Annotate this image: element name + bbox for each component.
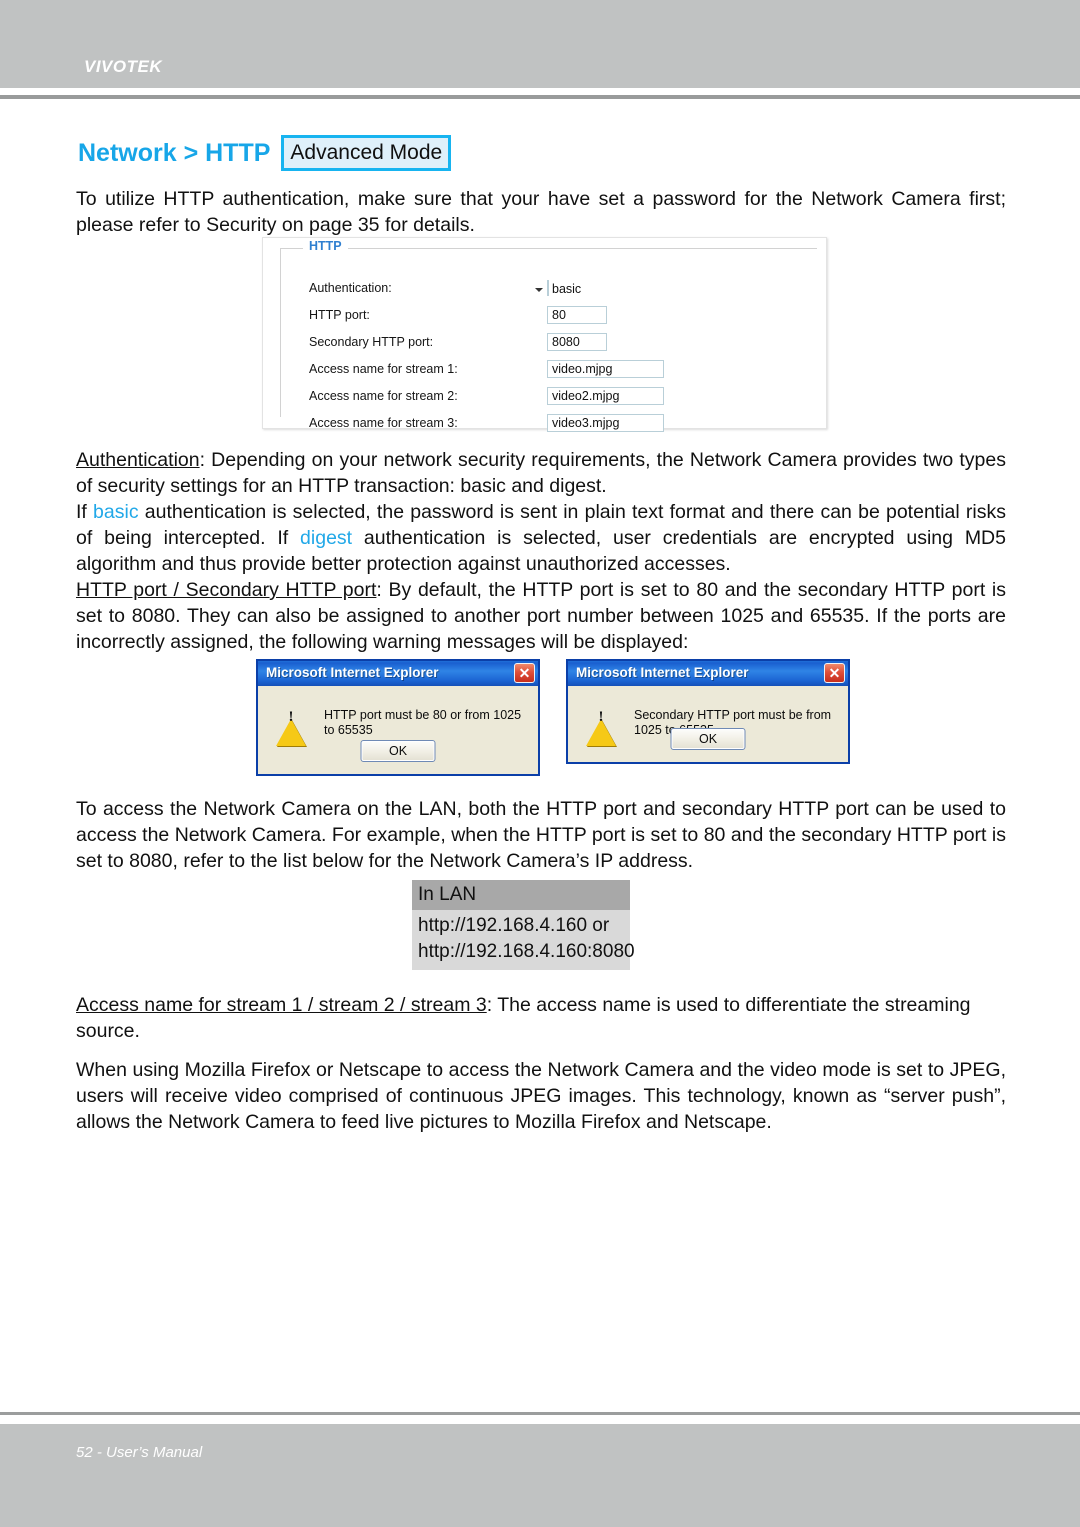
http-port-input[interactable] bbox=[547, 306, 607, 324]
in-lan-url-2: http://192.168.4.160:8080 bbox=[418, 941, 635, 962]
footer-page-label: 52 - User’s Manual bbox=[76, 1444, 203, 1461]
close-icon[interactable]: ✕ bbox=[514, 663, 535, 683]
dialog-titlebar[interactable]: Microsoft Internet Explorer ✕ bbox=[568, 661, 848, 686]
port-paragraph: HTTP port / Secondary HTTP port: By defa… bbox=[76, 577, 1006, 655]
stream3-input[interactable] bbox=[547, 414, 664, 432]
intro-paragraph: To utilize HTTP authentication, make sur… bbox=[76, 188, 1006, 236]
ie-dialog-secondary-http-port: Microsoft Internet Explorer ✕ ! Secondar… bbox=[566, 659, 850, 764]
warning-exclamation-icon: ! bbox=[288, 709, 294, 725]
dialog-body: ! HTTP port must be 80 or from 1025 to 6… bbox=[258, 686, 538, 774]
authentication-select-wrap[interactable]: basic bbox=[535, 279, 581, 297]
in-lan-table-header: In LAN bbox=[412, 880, 630, 910]
warning-icon: ! bbox=[276, 702, 306, 746]
authentication-term: Authentication bbox=[76, 449, 200, 471]
highlight-basic: basic bbox=[93, 501, 139, 523]
authentication-paragraph: Authentication: Depending on your networ… bbox=[76, 447, 1006, 577]
stream1-input-wrap[interactable] bbox=[547, 360, 664, 378]
advanced-mode-badge[interactable]: Advanced Mode bbox=[281, 135, 452, 171]
in-lan-url-1: http://192.168.4.160 or bbox=[418, 915, 610, 936]
form-row-http-port: HTTP port: bbox=[293, 306, 803, 328]
authentication-text-1: : Depending on your network security req… bbox=[76, 449, 1006, 497]
page-footer: 52 - User’s Manual bbox=[0, 1424, 1080, 1527]
warning-exclamation-icon: ! bbox=[598, 709, 604, 725]
stream2-input-wrap[interactable] bbox=[547, 387, 664, 405]
http-fieldset-legend: HTTP bbox=[303, 240, 348, 253]
page-title: Network > HTTP Advanced Mode bbox=[78, 135, 452, 171]
dialog-message: HTTP port must be 80 or from 1025 to 655… bbox=[324, 708, 522, 737]
ok-button[interactable]: OK bbox=[670, 728, 746, 750]
access-name-paragraph: Access name for stream 1 / stream 2 / st… bbox=[76, 992, 1006, 1044]
page-title-text: Network > HTTP bbox=[78, 138, 271, 167]
authentication-select[interactable]: basic bbox=[535, 280, 581, 296]
ie-dialog-http-port: Microsoft Internet Explorer ✕ ! HTTP por… bbox=[256, 659, 540, 776]
authentication-line2-pre: If bbox=[76, 501, 94, 523]
http-port-label: HTTP port: bbox=[309, 308, 370, 322]
header-divider bbox=[0, 95, 1080, 99]
vivotek-logo: VIVOTEK bbox=[84, 57, 163, 76]
closing-paragraph: When using Mozilla Firefox or Netscape t… bbox=[76, 1059, 1006, 1133]
authentication-select-value: basic bbox=[552, 282, 582, 296]
dialog-titlebar[interactable]: Microsoft Internet Explorer ✕ bbox=[258, 661, 538, 686]
stream3-input-wrap[interactable] bbox=[547, 414, 664, 432]
form-row-authentication: Authentication: basic bbox=[293, 279, 803, 301]
http-settings-screenshot: HTTP Authentication: basic HTTP port: Se… bbox=[262, 237, 827, 432]
in-lan-table-body: http://192.168.4.160 or http://192.168.4… bbox=[412, 910, 635, 970]
ok-button[interactable]: OK bbox=[360, 740, 436, 762]
port-term: HTTP port / Secondary HTTP port bbox=[76, 579, 377, 601]
stream1-input[interactable] bbox=[547, 360, 664, 378]
form-row-stream1: Access name for stream 1: bbox=[293, 360, 803, 382]
warning-icon: ! bbox=[586, 702, 616, 746]
close-icon[interactable]: ✕ bbox=[824, 663, 845, 683]
access-name-term: Access name for stream 1 / stream 2 / st… bbox=[76, 994, 487, 1016]
http-port-input-wrap[interactable] bbox=[547, 306, 607, 324]
highlight-digest: digest bbox=[300, 527, 353, 549]
stream2-label: Access name for stream 2: bbox=[309, 389, 458, 403]
in-lan-table: In LAN http://192.168.4.160 or http://19… bbox=[412, 880, 635, 970]
form-row-stream2: Access name for stream 2: bbox=[293, 387, 803, 409]
form-row-secondary-http-port: Secondary HTTP port: bbox=[293, 333, 803, 355]
stream2-input[interactable] bbox=[547, 387, 664, 405]
http-fieldset: HTTP Authentication: basic HTTP port: Se… bbox=[280, 240, 817, 432]
dialog-title: Microsoft Internet Explorer bbox=[576, 665, 749, 680]
authentication-label: Authentication: bbox=[309, 281, 392, 295]
chevron-down-icon bbox=[535, 288, 543, 292]
stream3-label: Access name for stream 3: bbox=[309, 416, 458, 430]
dialog-body: ! Secondary HTTP port must be from 1025 … bbox=[568, 686, 848, 762]
secondary-http-port-input-wrap[interactable] bbox=[547, 333, 607, 351]
stream1-label: Access name for stream 1: bbox=[309, 362, 458, 376]
footer-divider bbox=[0, 1412, 1080, 1415]
secondary-http-port-input[interactable] bbox=[547, 333, 607, 351]
secondary-http-port-label: Secondary HTTP port: bbox=[309, 335, 434, 349]
form-row-stream3: Access name for stream 3: bbox=[293, 414, 803, 436]
lan-paragraph: To access the Network Camera on the LAN,… bbox=[76, 798, 1006, 872]
page-header: VIVOTEK bbox=[0, 0, 1080, 88]
dialog-title: Microsoft Internet Explorer bbox=[266, 665, 439, 680]
